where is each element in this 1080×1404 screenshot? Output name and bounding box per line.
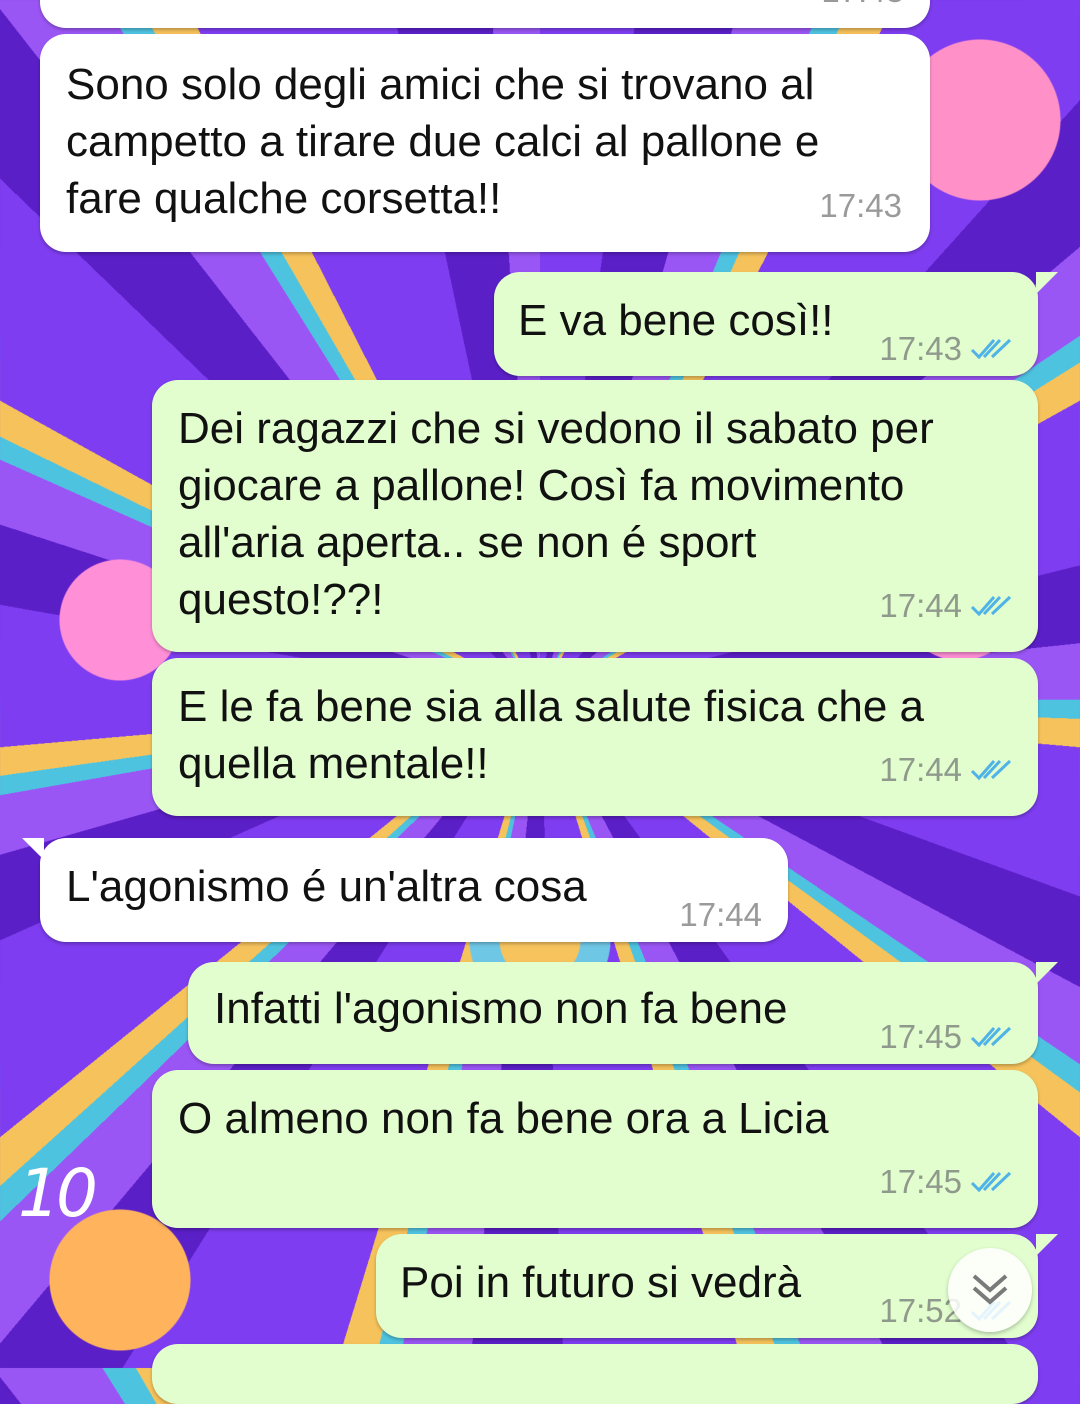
message-text: Infatti l'agonismo non fa bene bbox=[214, 984, 788, 1033]
message-bubble-incoming[interactable]: Sono solo degli amici che si trovano al … bbox=[40, 34, 930, 252]
message-bubble-partial[interactable]: 17:43 bbox=[40, 0, 930, 28]
message-time: 17:45 bbox=[879, 1163, 962, 1200]
message-bubble-outgoing[interactable]: Dei ragazzi che si vedono il sabato per … bbox=[152, 380, 1038, 652]
message-time: 17:45 bbox=[879, 1018, 962, 1055]
double-check-icon bbox=[970, 593, 1014, 619]
scroll-to-bottom-button[interactable] bbox=[948, 1248, 1032, 1332]
double-check-icon bbox=[970, 1169, 1014, 1195]
double-check-icon bbox=[970, 1024, 1014, 1050]
page-number-watermark: 10 bbox=[18, 1155, 98, 1232]
message-bubble-outgoing[interactable]: O almeno non fa bene ora a Licia 17:45 bbox=[152, 1070, 1038, 1228]
message-bubble-outgoing[interactable]: E le fa bene sia alla salute fisica che … bbox=[152, 658, 1038, 816]
double-check-icon bbox=[970, 757, 1014, 783]
message-time: 17:44 bbox=[879, 587, 962, 624]
message-text: O almeno non fa bene ora a Licia bbox=[178, 1094, 829, 1143]
message-text: Dei ragazzi che si vedono il sabato per … bbox=[178, 404, 934, 624]
message-bubble-outgoing[interactable]: Infatti l'agonismo non fa bene 17:45 bbox=[188, 962, 1058, 1065]
message-bubble-outgoing[interactable]: E va bene così!! 17:43 bbox=[494, 272, 1058, 377]
double-check-icon bbox=[970, 336, 1014, 362]
message-meta: 17:43 bbox=[879, 320, 1014, 377]
message-text: E le fa bene sia alla salute fisica che … bbox=[178, 682, 925, 788]
message-meta: 17:45 bbox=[879, 1153, 1014, 1210]
message-bubble-incoming[interactable]: L'agonismo é un'altra cosa 17:44 bbox=[22, 838, 788, 942]
message-time: 17:43 bbox=[879, 330, 962, 367]
message-text: E va bene così!! bbox=[518, 296, 834, 345]
message-time: 17:43 bbox=[821, 0, 904, 19]
double-chevron-down-icon bbox=[968, 1268, 1012, 1313]
message-meta: 17:44 bbox=[879, 741, 1014, 798]
message-bubble-outgoing[interactable]: Poi in futuro si vedrà 17:52 bbox=[376, 1234, 1058, 1338]
message-time: 17:43 bbox=[819, 187, 902, 224]
message-bubble-partial[interactable] bbox=[152, 1344, 1038, 1404]
message-text: Poi in futuro si vedrà bbox=[400, 1258, 802, 1307]
message-time: 17:44 bbox=[679, 896, 762, 933]
message-meta: 17:44 bbox=[879, 577, 1014, 634]
message-text: L'agonismo é un'altra cosa bbox=[66, 862, 587, 911]
message-text: Sono solo degli amici che si trovano al … bbox=[66, 60, 820, 223]
message-meta: 17:45 bbox=[879, 1008, 1014, 1065]
message-time: 17:44 bbox=[879, 751, 962, 788]
